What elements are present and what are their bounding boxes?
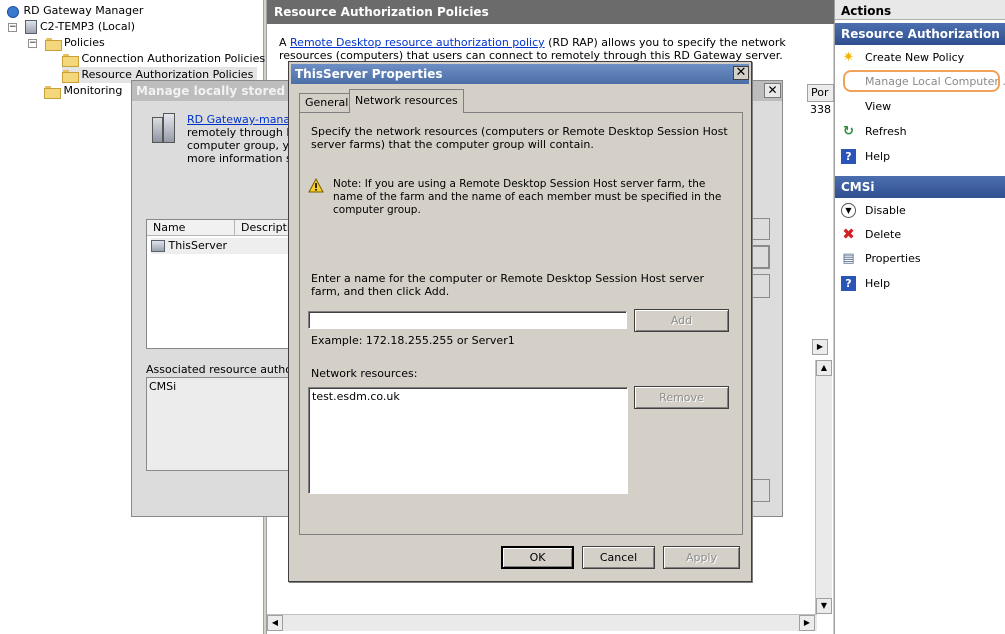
tab-general[interactable]: General — [299, 93, 355, 112]
apply-button[interactable]: Apply — [663, 546, 740, 569]
close-icon[interactable]: ✕ — [764, 83, 781, 98]
server-group-icon — [151, 240, 165, 252]
folder-icon — [62, 69, 79, 83]
scroll-up-button[interactable]: ▲ — [816, 360, 832, 376]
horizontal-scrollbar[interactable]: ◀ ▶ — [267, 614, 817, 631]
rd-gateway-managed-link[interactable]: RD Gateway-manage — [187, 113, 297, 126]
folder-icon — [44, 37, 62, 51]
warning-icon — [308, 178, 324, 193]
action-label: Delete — [865, 228, 902, 241]
enter-name-label: Enter a name for the computer or Remote … — [311, 272, 705, 298]
associated-policies-label: Associated resource authorization polici… — [146, 363, 296, 376]
tree-item-label: Monitoring — [63, 84, 123, 97]
action-disable[interactable]: ▼ Disable — [835, 201, 1005, 221]
collapse-toggle[interactable]: − — [8, 22, 17, 32]
list-item: CMSi — [149, 380, 177, 393]
tree-item-rd-gateway-manager[interactable]: RD Gateway Manager — [4, 3, 143, 19]
help-icon: ? — [841, 149, 856, 164]
folder-icon — [44, 85, 61, 99]
pane-title: Resource Authorization Policies — [267, 0, 834, 24]
desc-line: computer group, you — [187, 139, 297, 152]
cancel-button[interactable]: Cancel — [582, 546, 655, 569]
disable-icon: ▼ — [841, 203, 856, 218]
list-item[interactable]: test.esdm.co.uk — [312, 390, 624, 403]
action-refresh[interactable]: ↻ Refresh — [835, 122, 1005, 142]
server-group-icon — [150, 113, 176, 143]
help-icon: ? — [841, 276, 856, 291]
action-view[interactable]: View — [835, 97, 1005, 117]
column-header-name[interactable]: Name — [147, 220, 235, 236]
scroll-right-button[interactable]: ▶ — [812, 339, 828, 355]
tree-item-label: C2-TEMP3 (Local) — [40, 20, 136, 33]
star-icon: ✷ — [843, 50, 854, 65]
dialog-title: ThisServer Properties — [291, 64, 749, 84]
scroll-down-button[interactable]: ▼ — [816, 598, 832, 614]
network-resources-label: Network resources: — [311, 367, 418, 380]
dialog-description: RD Gateway-manage remotely through RD co… — [187, 113, 297, 165]
pane-description: A Remote Desktop resource authorization … — [279, 36, 819, 62]
action-label: Create New Policy — [865, 51, 965, 64]
list-item-label: ThisServer — [168, 239, 228, 252]
ok-button[interactable]: OK — [501, 546, 574, 569]
note-text: Note: If you are using a Remote Desktop … — [333, 178, 722, 216]
scroll-right-button[interactable]: ▶ — [799, 615, 815, 631]
actions-pane: Actions Resource Authorization P... ✷ Cr… — [834, 0, 1005, 634]
action-manage-local-computer-groups[interactable]: Manage Local Computer ... — [835, 72, 1005, 92]
add-button[interactable]: Add — [634, 309, 729, 332]
computer-name-input[interactable] — [308, 311, 627, 329]
delete-icon: ✖ — [842, 225, 855, 243]
close-icon[interactable]: ✕ — [733, 66, 749, 80]
action-create-new-policy[interactable]: ✷ Create New Policy — [835, 48, 1005, 68]
cell-port: 338 — [810, 103, 831, 116]
network-resources-list[interactable]: test.esdm.co.uk — [308, 387, 628, 494]
action-label: Disable — [865, 204, 906, 217]
action-label: Help — [865, 277, 891, 290]
action-label: Help — [865, 150, 891, 163]
action-label: Refresh — [865, 125, 907, 138]
tree-item-label: RD Gateway Manager — [23, 4, 144, 17]
desc-line: remotely through RD — [187, 126, 297, 139]
desc-prefix: A — [279, 36, 291, 49]
gateway-icon — [4, 4, 20, 18]
tree-item-label: Policies — [64, 36, 105, 49]
column-header-port[interactable]: Por — [807, 84, 834, 102]
actions-section-rap[interactable]: Resource Authorization P... — [835, 23, 1005, 45]
action-delete[interactable]: ✖ Delete — [835, 225, 1005, 245]
tree-item-cap[interactable]: Connection Authorization Policies — [62, 51, 265, 67]
action-help[interactable]: ? Help — [835, 147, 1005, 167]
tree-item-monitoring[interactable]: Monitoring — [44, 83, 122, 99]
action-label: Manage Local Computer ... — [865, 75, 1005, 88]
action-properties[interactable]: ▤ Properties — [835, 249, 1005, 269]
server-icon — [24, 20, 37, 34]
tree-item-server[interactable]: − C2-TEMP3 (Local) — [8, 19, 135, 35]
vertical-scrollbar[interactable]: ▲ ▼ — [815, 360, 832, 614]
rd-rap-link[interactable]: Remote Desktop resource authorization po… — [290, 36, 545, 49]
collapse-toggle[interactable]: − — [28, 38, 37, 48]
action-label: View — [865, 100, 892, 113]
computer-groups-list[interactable]: Name Description ThisServer — [146, 219, 297, 349]
tab-network-resources[interactable]: Network resources — [349, 89, 464, 113]
actions-section-cmsi[interactable]: CMSi — [835, 176, 1005, 198]
thisserver-properties-dialog: ThisServer Properties ✕ General Network … — [288, 61, 752, 582]
action-label: Properties — [865, 252, 921, 265]
associated-policies-list: CMSi — [146, 377, 296, 471]
folder-icon — [62, 53, 79, 67]
actions-title: Actions — [835, 0, 1005, 20]
properties-icon: ▤ — [842, 251, 855, 266]
refresh-icon: ↻ — [843, 124, 854, 139]
list-item[interactable]: ThisServer — [151, 238, 295, 254]
action-help-cmsi[interactable]: ? Help — [835, 274, 1005, 294]
remove-button[interactable]: Remove — [634, 386, 729, 409]
example-text: Example: 172.18.255.255 or Server1 — [311, 334, 515, 347]
scroll-left-button[interactable]: ◀ — [267, 615, 283, 631]
tree-item-policies[interactable]: − Policies — [28, 35, 105, 51]
tab-panel: Specify the network resources (computers… — [299, 112, 743, 535]
tree-item-label: Connection Authorization Policies — [81, 52, 266, 65]
desc-line: more information see — [187, 152, 297, 165]
intro-text: Specify the network resources (computers… — [311, 125, 728, 151]
